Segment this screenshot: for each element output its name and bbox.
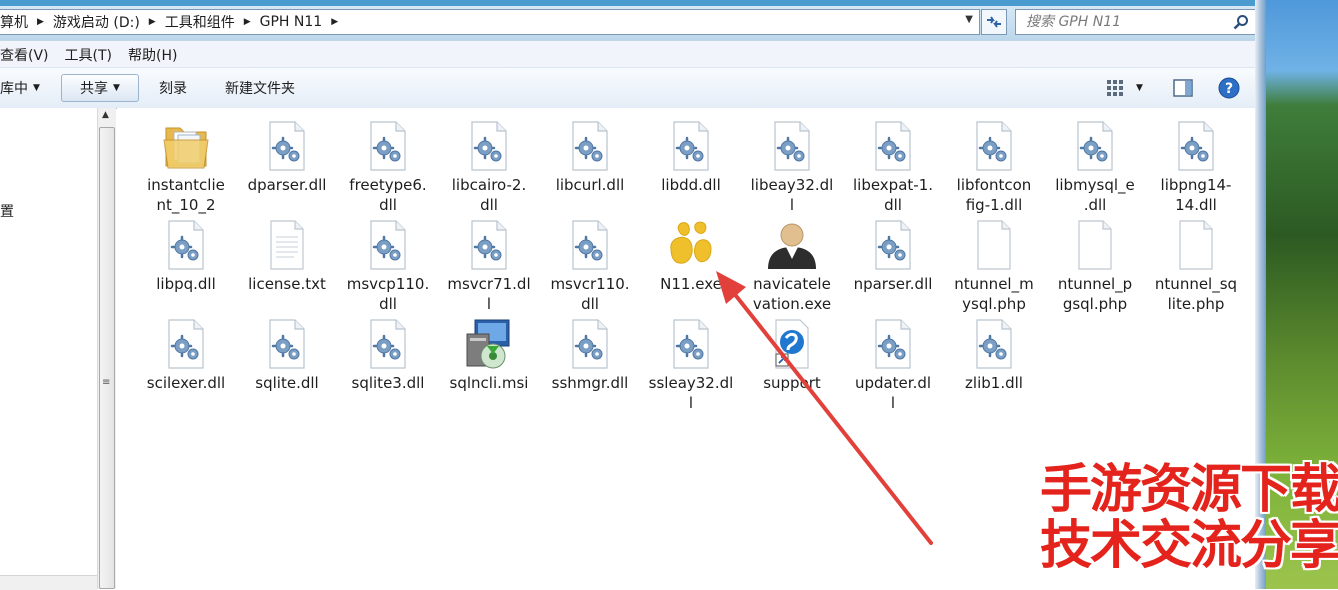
watermark-line-2: 技术交流分享 xyxy=(1040,516,1338,576)
watermark-line-1: 手游资源下载 xyxy=(1040,460,1338,520)
watermark: 手游资源下载 技术交流分享 xyxy=(1040,460,1338,578)
